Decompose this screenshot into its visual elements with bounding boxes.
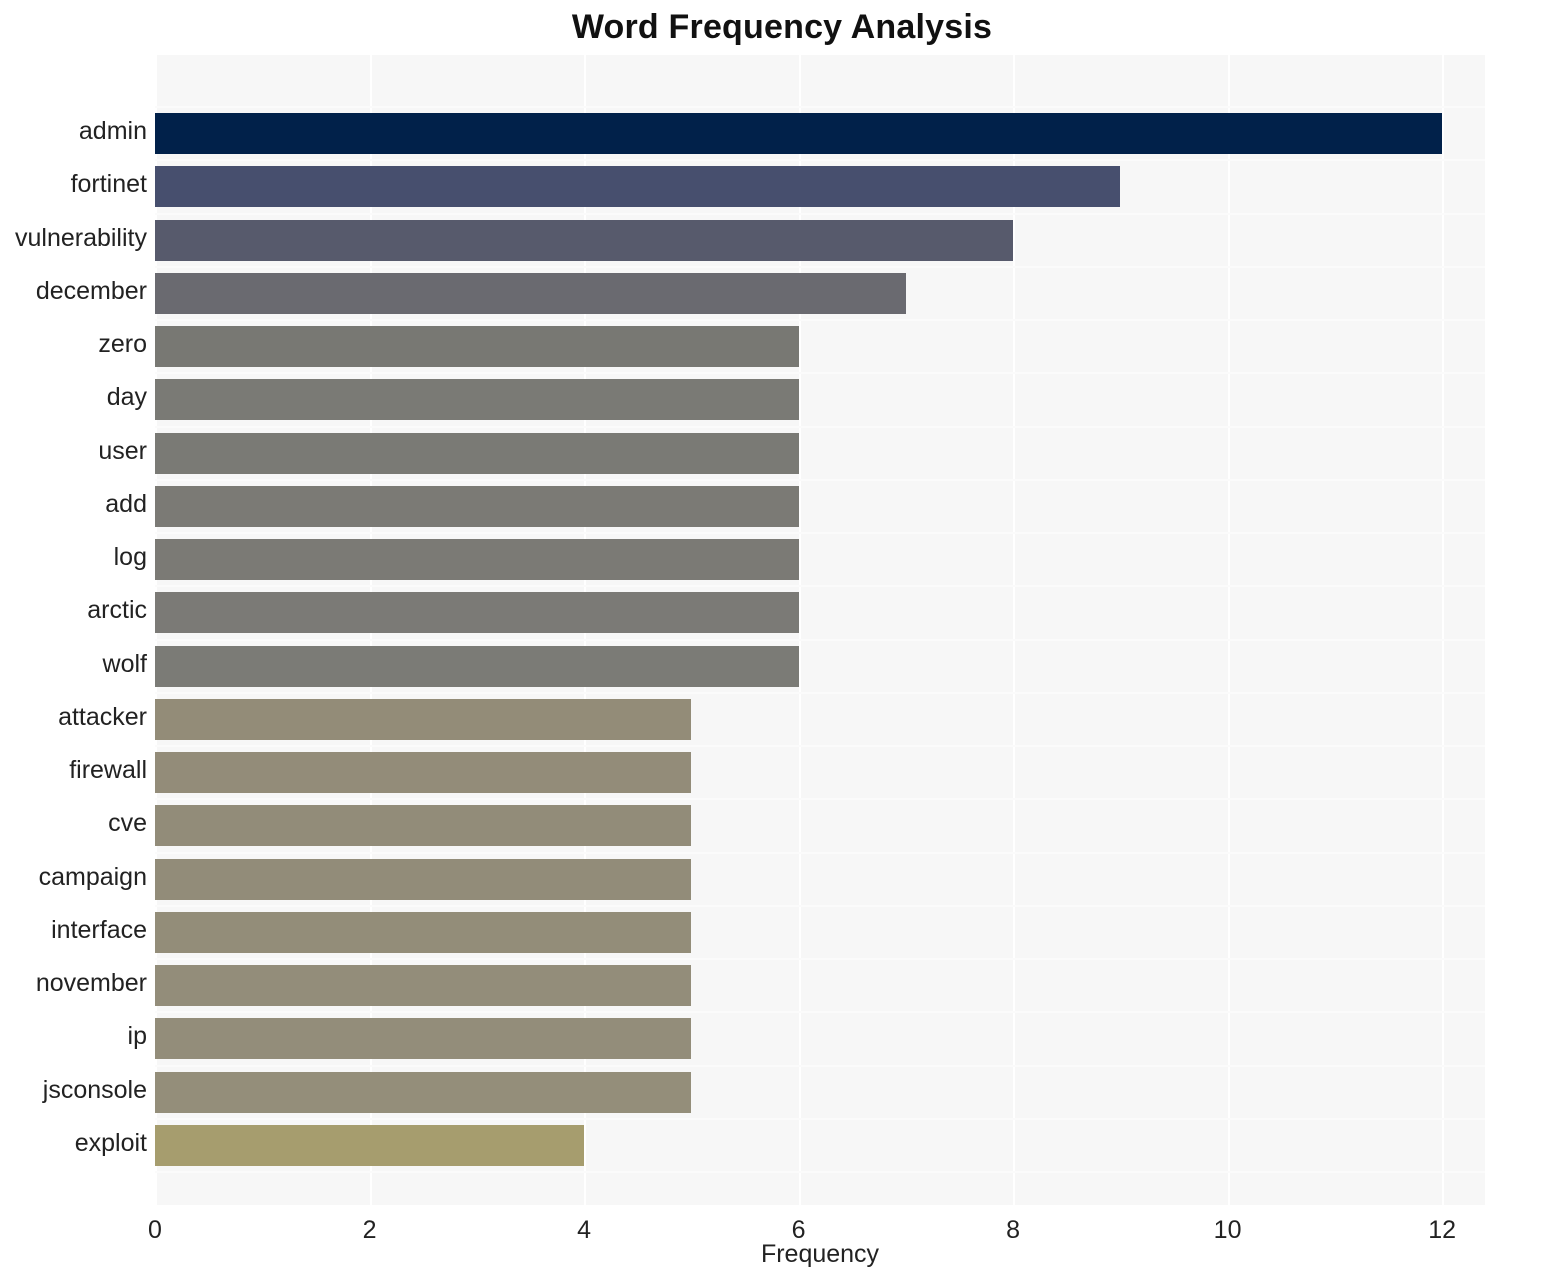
chart-title: Word Frequency Analysis — [571, 8, 993, 46]
bar-campaign — [155, 858, 692, 900]
y-tick-label-november: november — [35, 969, 147, 998]
bar-cve — [155, 805, 692, 847]
bar-admin — [155, 113, 1443, 155]
plot-area — [155, 55, 1485, 1205]
bar-row — [155, 533, 1485, 587]
bar-wolf — [155, 645, 799, 687]
bar-row — [155, 853, 1485, 907]
bar-day — [155, 379, 799, 421]
y-tick-label-arctic: arctic — [87, 596, 147, 625]
bar-row — [155, 107, 1485, 161]
word-frequency-chart: Word Frequency Analysis admin fortinet vul… — [0, 0, 1564, 1282]
bar-row — [155, 427, 1485, 481]
bar-row — [155, 586, 1485, 640]
bar-jsconsole — [155, 1071, 692, 1113]
bar-row — [155, 640, 1485, 694]
y-tick-label-admin: admin — [78, 117, 147, 146]
bar-row — [155, 746, 1485, 800]
y-tick-label-cve: cve — [108, 809, 147, 838]
y-tick-label-add: add — [105, 489, 147, 518]
y-tick-label-jsconsole: jsconsole — [42, 1075, 147, 1104]
y-tick-label-ip: ip — [127, 1022, 147, 1051]
bar-interface — [155, 911, 692, 953]
y-tick-label-exploit: exploit — [74, 1128, 147, 1157]
bar-row — [155, 267, 1485, 321]
y-tick-label-interface: interface — [51, 915, 147, 944]
bar-row — [155, 1012, 1485, 1066]
bar-row — [155, 320, 1485, 374]
bar-row — [155, 693, 1485, 747]
y-tick-label-fortinet: fortinet — [70, 170, 147, 199]
bar-row — [155, 906, 1485, 960]
bar-firewall — [155, 752, 692, 794]
y-tick-label-vulnerability: vulnerability — [14, 223, 147, 252]
bar-row — [155, 373, 1485, 427]
bar-zero — [155, 326, 799, 368]
bar-december — [155, 272, 906, 314]
bar-row — [155, 799, 1485, 853]
y-tick-label-day: day — [106, 383, 147, 412]
bar-row — [155, 1066, 1485, 1120]
y-tick-label-firewall: firewall — [69, 756, 147, 785]
bar-row — [155, 1119, 1485, 1173]
y-tick-label-log: log — [113, 543, 147, 572]
bar-row — [155, 214, 1485, 268]
bar-row — [155, 959, 1485, 1013]
x-axis-label: Frequency — [760, 1240, 880, 1268]
bar-log — [155, 539, 799, 581]
bar-user — [155, 432, 799, 474]
bar-row — [155, 160, 1485, 214]
y-tick-label-wolf: wolf — [102, 649, 147, 678]
bar-exploit — [155, 1124, 585, 1166]
bar-ip — [155, 1018, 692, 1060]
bar-fortinet — [155, 166, 1121, 208]
bar-add — [155, 485, 799, 527]
bar-november — [155, 965, 692, 1007]
y-tick-label-user: user — [98, 436, 147, 465]
y-tick-label-zero: zero — [98, 330, 147, 359]
bar-row — [155, 480, 1485, 534]
bar-arctic — [155, 592, 799, 634]
bar-vulnerability — [155, 219, 1014, 261]
y-tick-label-campaign: campaign — [38, 862, 147, 891]
y-tick-label-attacker: attacker — [58, 702, 147, 731]
y-tick-label-december: december — [35, 276, 147, 305]
bar-attacker — [155, 698, 692, 740]
